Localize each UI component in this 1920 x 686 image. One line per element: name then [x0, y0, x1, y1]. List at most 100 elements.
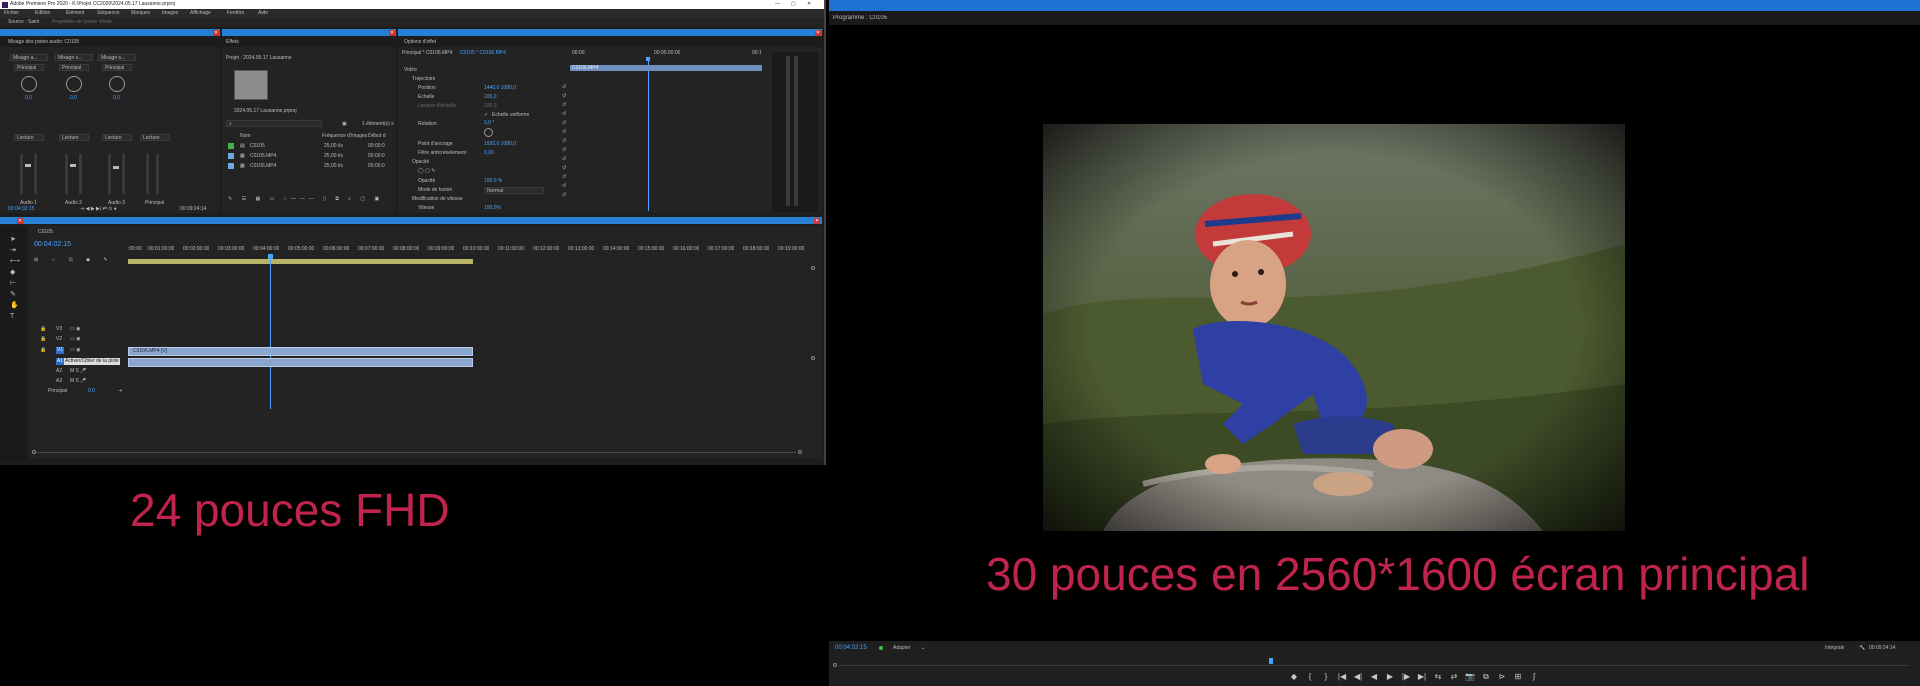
reset-icons[interactable]: ↺ ↺ ↺ ↺ ↺ ↺ ↺ ↺ ↺ ↺ ↺ ↺ ↺ — [562, 83, 566, 200]
rewind-button[interactable]: ◀ — [1369, 672, 1379, 682]
col-fps[interactable]: Fréquence d'images — [322, 133, 367, 140]
track-toggles[interactable]: M S 🎤 — [70, 368, 87, 375]
volume-fader[interactable] — [25, 164, 31, 167]
insert-select[interactable]: Mixage s... — [98, 54, 136, 61]
menu-item[interactable]: Images — [162, 10, 178, 17]
tools-icons[interactable]: ➤ ⇥ ⟷ ◆ ⊢ ✎ ✋ T — [10, 234, 20, 322]
param-label[interactable]: Mode de fusion — [418, 187, 452, 194]
track-toggles[interactable]: ▭ ◉ — [70, 326, 80, 333]
program-video-frame[interactable] — [1043, 124, 1625, 531]
lock-icon[interactable]: 🔒 — [40, 326, 46, 333]
comparison-view-button[interactable]: ⧉ — [1481, 672, 1491, 682]
lift-button[interactable]: ⇆ — [1433, 672, 1443, 682]
param-label[interactable]: Vitesse — [418, 205, 434, 212]
param-label[interactable]: Filtre anticrénelement — [418, 150, 466, 157]
menu-item[interactable]: Marques — [131, 10, 150, 17]
menu-item[interactable]: Elément — [66, 10, 84, 17]
route-select[interactable]: Principal — [102, 64, 132, 71]
param-value[interactable]: 100,0 — [484, 103, 497, 110]
timeline-vscroll[interactable] — [811, 266, 815, 416]
menu-item[interactable]: Edition — [35, 10, 50, 17]
menu-item[interactable]: Fichier — [4, 10, 19, 17]
ec-sequence[interactable]: C0105 * C0106.MP4 — [460, 50, 506, 57]
param-label[interactable]: Rotation — [418, 121, 437, 128]
menu-item[interactable]: Séquence — [97, 10, 120, 17]
program-playhead[interactable] — [1269, 658, 1273, 664]
ec-source[interactable]: Principal * C0106.MP4 — [402, 50, 452, 57]
param-label[interactable]: Position — [418, 85, 436, 92]
play-button[interactable]: ▶ — [1385, 672, 1395, 682]
volume-fader[interactable] — [70, 164, 76, 167]
close-icon[interactable]: ✕ — [213, 29, 219, 36]
effect-controls-tab[interactable]: Options d'effet — [404, 39, 436, 46]
program-scrubber[interactable] — [833, 663, 1916, 667]
go-to-out-button[interactable]: ▶| — [1417, 672, 1427, 682]
step-forward-button[interactable]: |▶ — [1401, 672, 1411, 682]
fit-dropdown[interactable]: Adapter — [893, 645, 911, 652]
track-toggles[interactable]: M S 🎤 — [70, 378, 87, 385]
tab-properties[interactable]: Propriétés de Scène Vérité — [52, 19, 112, 26]
audio-clip[interactable] — [128, 358, 473, 367]
close-icon[interactable]: ✕ — [815, 29, 821, 36]
go-to-end-icon[interactable]: ⇥ — [118, 388, 122, 395]
project-toolbar[interactable]: ✎ ☰ ▦ ▭ ○——— ▯ ⧉ ⌕ ▢ ▣ — [228, 196, 383, 203]
param-label[interactable]: Trajectoire — [412, 76, 435, 83]
vr-button[interactable]: ʃ — [1529, 672, 1539, 682]
tab-source[interactable]: Source : Saint — [8, 19, 39, 26]
rotation-dial[interactable] — [484, 128, 493, 137]
mask-tools[interactable]: ◯ ▢ ✎ — [418, 168, 435, 175]
blend-mode-select[interactable]: Normal — [484, 187, 544, 194]
pan-knob[interactable] — [66, 76, 82, 92]
trim-button[interactable]: ⊳ — [1497, 672, 1507, 682]
track-label-a1[interactable]: A1 — [56, 358, 65, 365]
insert-select[interactable]: Mixage s... — [55, 54, 93, 61]
go-to-in-button[interactable]: |◀ — [1337, 672, 1347, 682]
close-icon[interactable]: ✕ — [389, 29, 395, 36]
list-item[interactable]: ▦ C0106.MP4 25,00 i/s 00:00:0 — [222, 162, 392, 171]
list-item[interactable]: ▦ C0105.MP4 25,00 i/s 00:00:0 — [222, 152, 392, 161]
quality-dropdown[interactable]: Intégrale — [1825, 645, 1844, 652]
col-start[interactable]: Début d — [368, 133, 386, 140]
timeline-tools[interactable]: ⊞ ∩ ⊡ ◆ ✎ — [34, 257, 114, 264]
route-select[interactable]: Principal — [59, 64, 89, 71]
project-search-input[interactable]: ⌕ — [226, 120, 322, 127]
volume-fader[interactable] — [113, 166, 119, 169]
param-label[interactable]: Point d'ancrage — [418, 141, 453, 148]
track-label-v3[interactable]: V3 — [56, 326, 62, 333]
list-item[interactable]: ▤ C0105 25,00 i/s 00:00:0 — [222, 142, 392, 151]
automation-mode[interactable]: Lecture — [102, 134, 132, 141]
minimize-button[interactable]: — — [775, 1, 780, 8]
chevron-down-icon[interactable]: ⌄ — [921, 645, 925, 652]
param-label[interactable]: Largeur d'échelle — [418, 103, 456, 110]
work-area-bar[interactable] — [128, 259, 473, 264]
track-label-v2[interactable]: V2 — [56, 336, 62, 343]
param-value[interactable]: 0,0 ° — [484, 120, 494, 127]
wrench-icon[interactable]: 🔧 — [1859, 645, 1865, 652]
close-window-button[interactable]: ✕ — [807, 1, 811, 8]
param-label[interactable]: Echelle — [418, 94, 434, 101]
timeline-hscroll[interactable] — [32, 450, 802, 454]
mixer-transport[interactable]: ⇥ ◀ ▶ ▶| ⇄ ⊙ ● — [80, 206, 117, 213]
param-value[interactable]: 100,0 % — [484, 178, 502, 185]
track-toggles[interactable]: ▭ ◉ — [70, 336, 80, 343]
close-icon[interactable]: ✕ — [814, 217, 820, 224]
extract-button[interactable]: ⇄ — [1449, 672, 1459, 682]
pan-knob[interactable] — [21, 76, 37, 92]
master-value[interactable]: 0,0 — [88, 388, 95, 395]
param-value[interactable]: 100,0% — [484, 205, 501, 212]
checkbox-uniform-scale[interactable]: ✓ — [484, 112, 488, 119]
camera-icon[interactable]: 📷 — [1465, 672, 1475, 682]
maximize-button[interactable]: ▢ — [791, 1, 796, 8]
automation-mode[interactable]: Lecture — [59, 134, 89, 141]
col-name[interactable]: Nom — [240, 133, 251, 140]
time-ruler[interactable]: :00:00 00:01:00:00 00:02:00:00 00:03:00:… — [128, 246, 808, 256]
track-label-a3[interactable]: A3 — [56, 378, 62, 385]
automation-mode[interactable]: Lecture — [140, 134, 170, 141]
param-label[interactable]: Modification de vitesse — [412, 196, 463, 203]
add-marker-button[interactable]: ◆ — [1289, 672, 1299, 682]
sequence-tab[interactable]: C0105 — [38, 229, 53, 236]
new-bin-icon[interactable]: ▣ — [342, 121, 347, 128]
ec-clip-bar[interactable]: C0106.MP4 — [570, 65, 762, 71]
mark-in-button[interactable]: { — [1305, 672, 1315, 682]
step-back-button[interactable]: ◀| — [1353, 672, 1363, 682]
